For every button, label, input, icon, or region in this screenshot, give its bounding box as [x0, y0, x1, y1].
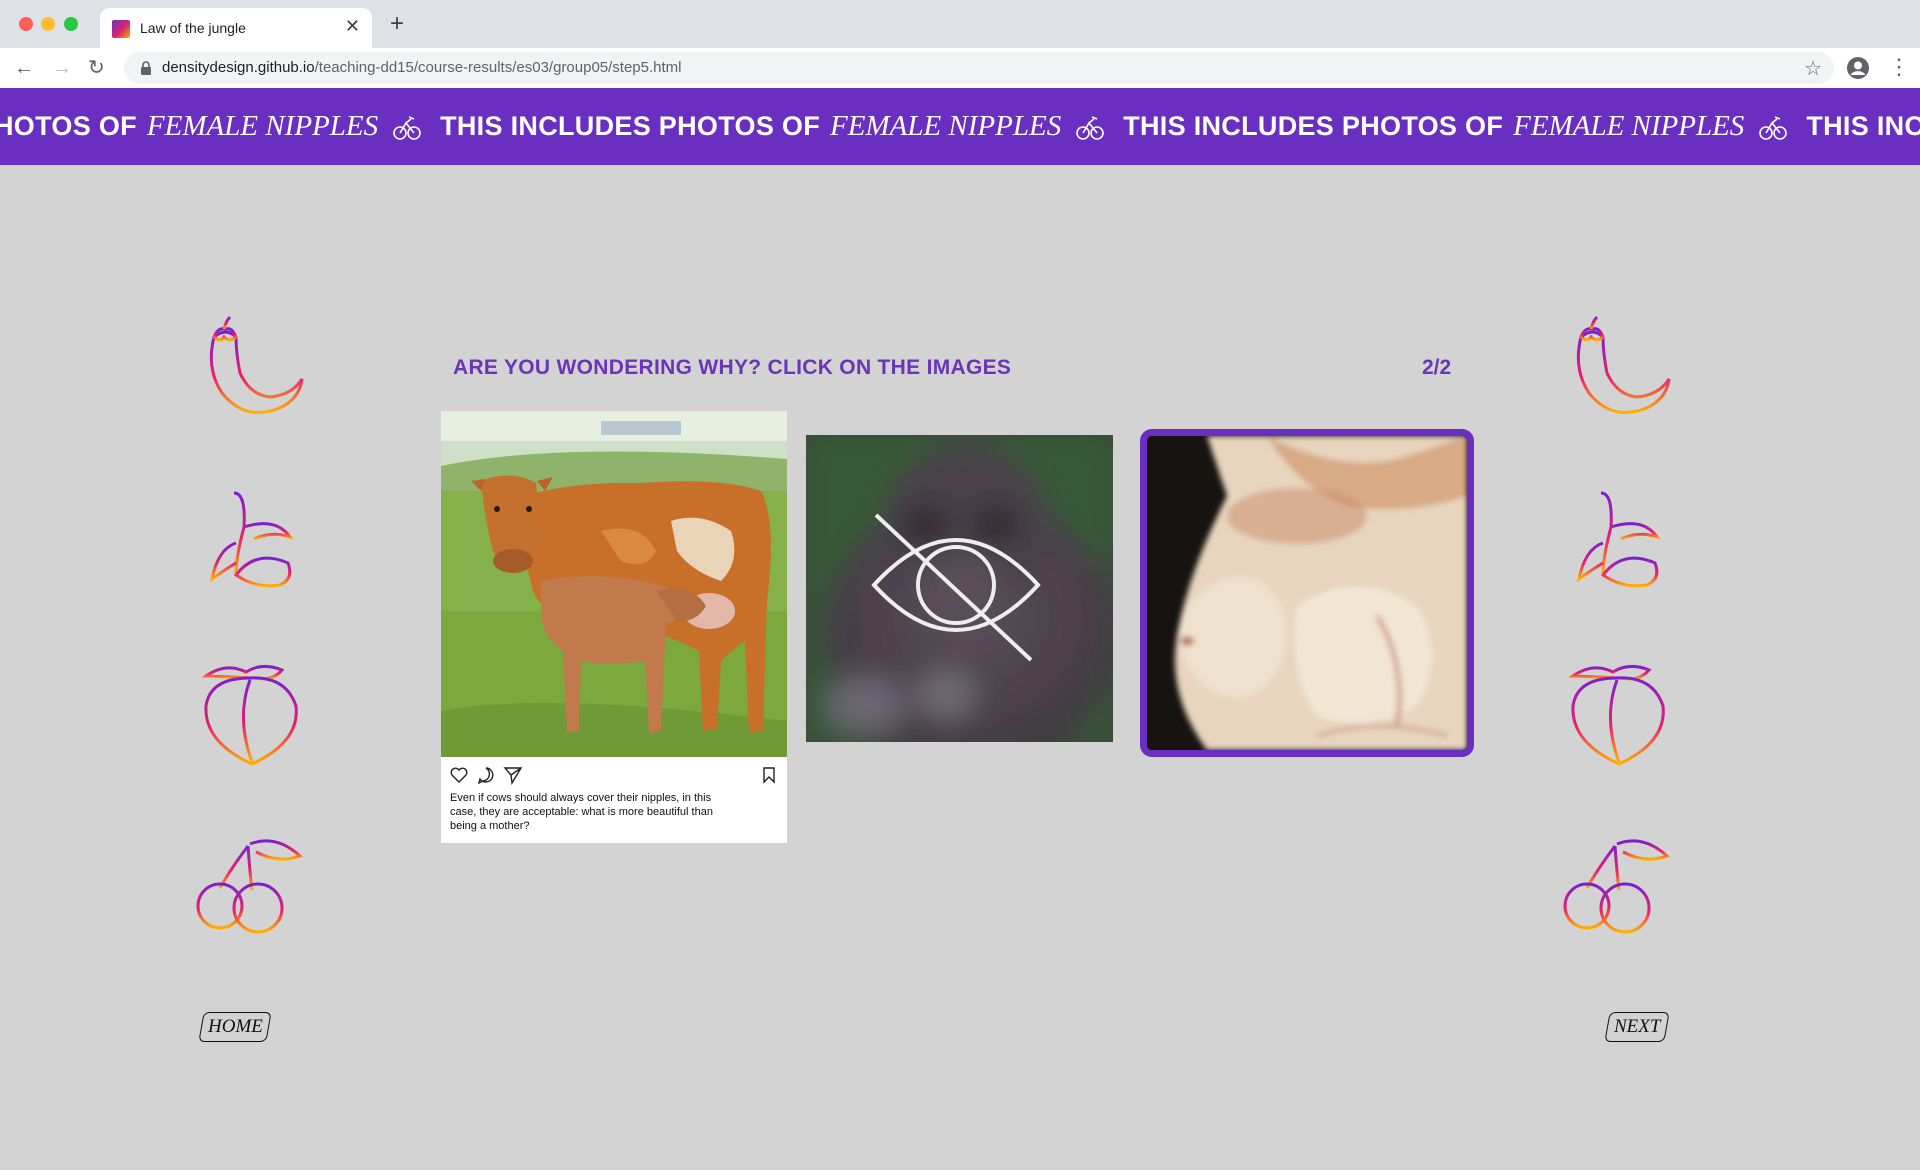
peach-icon: [201, 665, 298, 766]
reload-icon[interactable]: ↻: [88, 56, 105, 80]
breast-photo[interactable]: [1140, 429, 1474, 757]
page-counter: 2/2: [1422, 356, 1452, 379]
bicycle-icon: [1076, 115, 1105, 140]
share-icon[interactable]: [503, 765, 523, 785]
url-text: densitydesign.github.io/teaching-dd15/co…: [162, 59, 682, 76]
cherry-icon: [196, 839, 303, 934]
eggplant-icon: [1576, 315, 1671, 415]
marquee-segment: THIS INCLUDES PHOTOS OF FEMALE NIPPLES: [1123, 110, 1788, 143]
comment-icon[interactable]: [476, 765, 496, 785]
browser-tab[interactable]: Law of the jungle ✕: [100, 8, 372, 48]
bookmark-star-icon[interactable]: ☆: [1804, 56, 1822, 81]
banana-icon: [1576, 491, 1661, 588]
banana-icon: [209, 491, 294, 588]
peach-icon: [1568, 665, 1665, 766]
tab-close-icon[interactable]: ✕: [345, 16, 360, 37]
heart-icon[interactable]: [449, 765, 469, 785]
marquee-segment: THIS INCL: [1806, 111, 1920, 141]
instagram-post-card[interactable]: Even if cows should always cover their n…: [441, 411, 787, 843]
back-arrow-icon[interactable]: ←: [14, 56, 34, 80]
lock-icon: [141, 61, 151, 75]
forward-arrow-icon[interactable]: →: [52, 56, 72, 80]
post-caption: Even if cows should always cover their n…: [450, 792, 713, 832]
new-tab-button[interactable]: +: [390, 12, 404, 36]
tab-title: Law of the jungle: [140, 20, 246, 36]
page-heading: ARE YOU WONDERING WHY? CLICK ON THE IMAG…: [453, 356, 1012, 379]
eggplant-icon: [209, 315, 304, 415]
bicycle-icon: [1759, 115, 1788, 140]
marquee-segment: HOTOS OF FEMALE NIPPLES: [0, 110, 422, 143]
browser-toolbar: ← → ↻ densitydesign.github.io/teaching-d…: [0, 48, 1920, 89]
eye-slash-icon: [871, 513, 1041, 662]
cherry-icon: [1563, 839, 1670, 934]
window-close-button[interactable]: [19, 17, 33, 31]
browser-tab-bar: Law of the jungle ✕ +: [0, 0, 1920, 48]
favicon-icon: [112, 20, 130, 38]
address-bar[interactable]: densitydesign.github.io/teaching-dd15/co…: [124, 52, 1834, 84]
cow-calf-photo[interactable]: [441, 411, 787, 757]
bicycle-icon: [393, 115, 421, 140]
profile-avatar-icon[interactable]: [1846, 56, 1870, 80]
post-actions-bar: [449, 765, 779, 785]
marquee-banner: HOTOS OF FEMALE NIPPLES THIS INCLUDES PH…: [0, 88, 1920, 165]
blurred-gorilla-photo[interactable]: [806, 435, 1113, 742]
window-zoom-button[interactable]: [64, 17, 78, 31]
window-minimize-button[interactable]: [41, 17, 55, 31]
marquee-segment: THIS INCLUDES PHOTOS OF FEMALE NIPPLES: [440, 110, 1105, 143]
save-bookmark-icon[interactable]: [759, 765, 779, 785]
home-button[interactable]: HOME: [198, 1012, 272, 1042]
browser-menu-icon[interactable]: ⋮: [1888, 54, 1910, 80]
marquee-track: HOTOS OF FEMALE NIPPLES THIS INCLUDES PH…: [0, 88, 1920, 165]
next-button[interactable]: NEXT: [1604, 1012, 1670, 1042]
